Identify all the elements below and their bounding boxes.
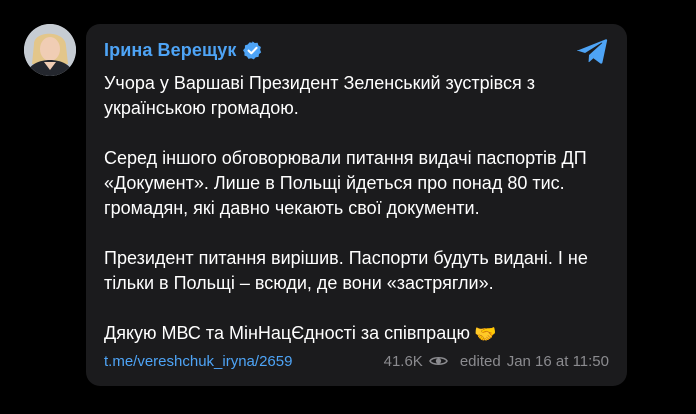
message-paragraph-3: Президент питання вирішив. Паспорти буду… (104, 248, 588, 293)
post-link[interactable]: t.me/vereshchuk_iryna/2659 (104, 353, 292, 370)
message-paragraph-1: Учора у Варшаві Президент Зеленський зус… (104, 73, 536, 118)
post-card: Ірина Верещук Учора у Варшаві Президент … (86, 24, 627, 386)
edited-label: edited (459, 352, 501, 370)
handshake-emoji-icon: 🤝 (474, 324, 497, 344)
message-text: Учора у Варшаві Президент Зеленський зус… (104, 71, 609, 346)
message-paragraph-2: Серед іншого обговорювали питання видачі… (104, 148, 587, 218)
author-name[interactable]: Ірина Верещук (104, 40, 236, 61)
view-count: 41.6K (383, 352, 423, 370)
post-date: Jan 16 at 11:50 (506, 352, 609, 370)
message-paragraph-4-text: Дякую МВС та МінНацЄдності за співпрацю (104, 323, 471, 343)
author-avatar[interactable] (24, 24, 76, 76)
telegram-plane-icon[interactable] (577, 38, 608, 65)
verified-badge-icon (243, 41, 262, 60)
eye-icon (428, 357, 448, 365)
post-meta: 41.6K edited Jan 16 at 11:50 (384, 353, 609, 370)
post-footer: t.me/vereshchuk_iryna/2659 41.6K edited … (104, 350, 609, 372)
message-paragraph-4: Дякую МВС та МінНацЄдності за співпрацю 🤝 (104, 321, 609, 346)
post-header: Ірина Верещук (104, 40, 263, 61)
